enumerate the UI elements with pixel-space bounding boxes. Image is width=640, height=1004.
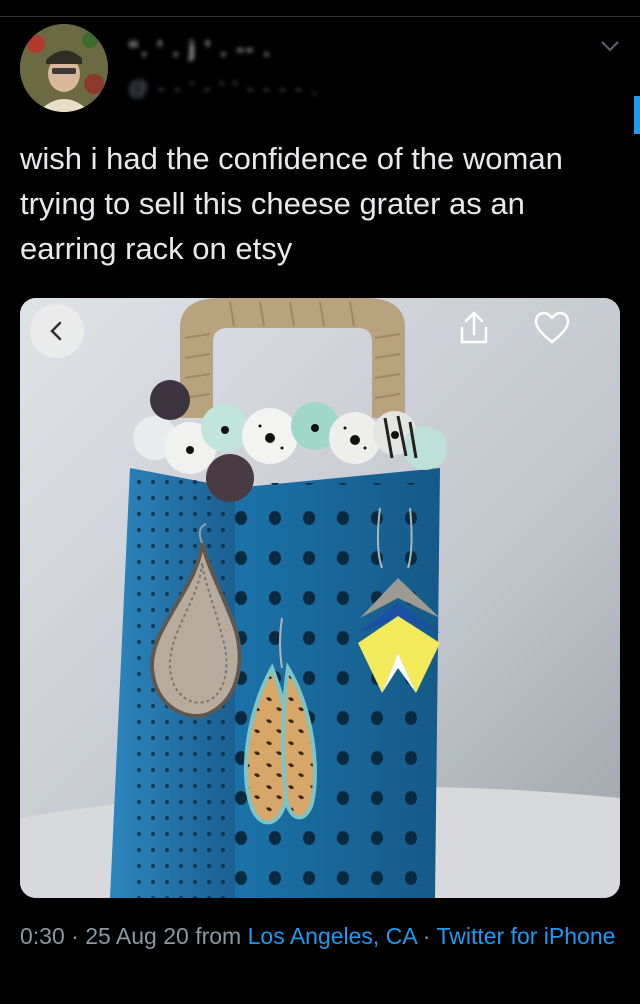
separator: ·: [64, 923, 86, 949]
back-button[interactable]: [30, 304, 84, 358]
header-divider: [0, 16, 640, 17]
tweet-text: wish i had the confidence of the woman t…: [20, 141, 563, 266]
display-name-text: “. ' . j ' . -- .: [128, 36, 272, 61]
tweet-media[interactable]: [20, 298, 620, 898]
tweet-time[interactable]: 0:30: [20, 923, 65, 949]
user-handle-text: @ - - ' - ' ' - - - - .: [128, 78, 320, 100]
avatar[interactable]: [20, 24, 108, 112]
avatar-image: [20, 24, 108, 112]
client-link[interactable]: Twitter for iPhone: [436, 923, 615, 949]
separator: ·: [416, 923, 437, 949]
tweet-date[interactable]: 25 Aug 20: [85, 923, 189, 949]
user-handle[interactable]: @ - - ' - ' ' - - - - .: [128, 78, 319, 101]
location-link[interactable]: Los Angeles, CA: [248, 923, 417, 949]
chevron-down-icon[interactable]: [598, 36, 622, 56]
back-chevron-icon: [50, 321, 62, 341]
heart-icon[interactable]: [532, 308, 572, 348]
tweet-metadata: 0:30 · 25 Aug 20 from Los Angeles, CA · …: [20, 920, 620, 952]
cheese-grater-photo: [20, 298, 620, 898]
from-label: from: [188, 923, 248, 949]
display-name[interactable]: “. ' . j ' . -- .: [128, 36, 271, 62]
scroll-indicator: [634, 96, 640, 134]
share-icon[interactable]: [454, 308, 494, 348]
